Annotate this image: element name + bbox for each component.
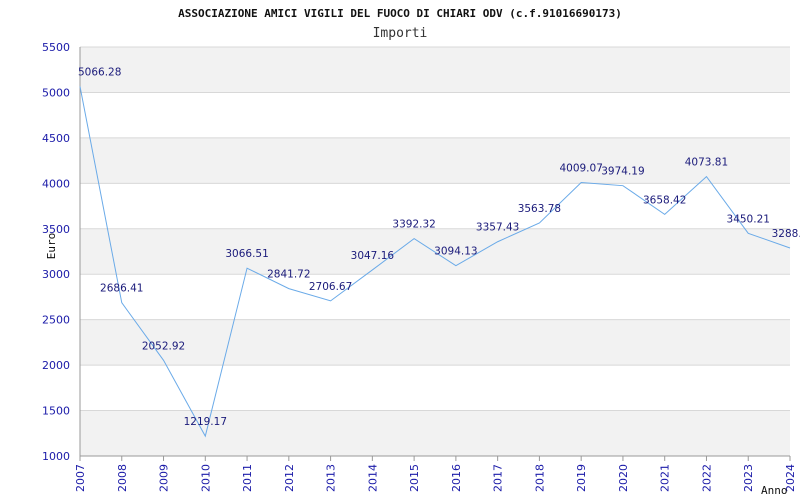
x-axis-label: Anno — [761, 484, 788, 497]
data-label: 4073.81 — [685, 157, 728, 169]
data-label: 4009.07 — [559, 163, 602, 175]
x-tick-label: 2018 — [533, 464, 546, 492]
y-tick-label: 4500 — [42, 132, 70, 145]
data-label: 3974.19 — [601, 166, 644, 178]
chart-subtitle: Importi — [373, 26, 428, 41]
data-label: 3450.21 — [727, 213, 770, 225]
y-tick-label: 3000 — [42, 268, 70, 281]
x-tick-label: 2017 — [492, 464, 505, 492]
x-tick-label: 2014 — [366, 464, 379, 492]
x-tick-label: 2008 — [116, 464, 129, 492]
y-tick-label: 4000 — [42, 177, 70, 190]
y-tick-label: 1500 — [42, 405, 70, 418]
x-tick-label: 2016 — [450, 464, 463, 492]
y-tick-label: 5000 — [42, 86, 70, 99]
x-tick-label: 2009 — [158, 464, 171, 492]
x-tick-label: 2013 — [325, 464, 338, 492]
x-tick-label: 2020 — [617, 464, 630, 492]
data-label: 3288.7 — [772, 228, 800, 240]
x-tick-label: 2007 — [74, 464, 87, 492]
x-tick-label: 2023 — [742, 464, 755, 492]
x-tick-label: 2012 — [283, 464, 296, 492]
data-label: 2686.41 — [100, 283, 143, 295]
data-label: 1219.17 — [184, 416, 227, 428]
data-label: 3392.32 — [392, 219, 435, 231]
data-label: 3047.16 — [351, 250, 395, 262]
grid-band — [80, 137, 790, 184]
y-axis-label: Euro — [45, 233, 58, 260]
x-tick-label: 2022 — [700, 464, 713, 492]
y-tick-label: 2500 — [42, 314, 70, 327]
x-tick-label: 2021 — [659, 464, 672, 492]
x-tick-label: 2019 — [575, 464, 588, 492]
data-label: 5066.28 — [78, 66, 121, 78]
data-label: 3658.42 — [643, 194, 686, 206]
data-label: 2706.67 — [309, 281, 352, 293]
x-tick-labels: 2007 2008 2009 2010 2011 2012 2013 2014 2015 2016… — [74, 464, 797, 492]
data-label: 2052.92 — [142, 340, 185, 352]
grid-band — [80, 47, 790, 93]
x-tick-label: 2010 — [199, 464, 212, 492]
x-tick-label: 2015 — [408, 464, 421, 492]
x-tick-label: 2011 — [241, 464, 254, 492]
data-label: 3094.13 — [434, 246, 477, 258]
y-tick-label: 1000 — [42, 450, 70, 463]
data-label: 3563.78 — [518, 203, 561, 215]
grid-band — [80, 319, 790, 366]
line-chart: ASSOCIAZIONE AMICI VIGILI DEL FUOCO DI C… — [42, 7, 800, 497]
y-tick-label: 2000 — [42, 359, 70, 372]
data-label: 3357.43 — [476, 222, 519, 234]
data-label: 2841.72 — [267, 269, 310, 281]
y-tick-label: 5500 — [42, 41, 70, 54]
data-label: 3066.51 — [225, 248, 268, 260]
chart-title: ASSOCIAZIONE AMICI VIGILI DEL FUOCO DI C… — [178, 7, 622, 20]
